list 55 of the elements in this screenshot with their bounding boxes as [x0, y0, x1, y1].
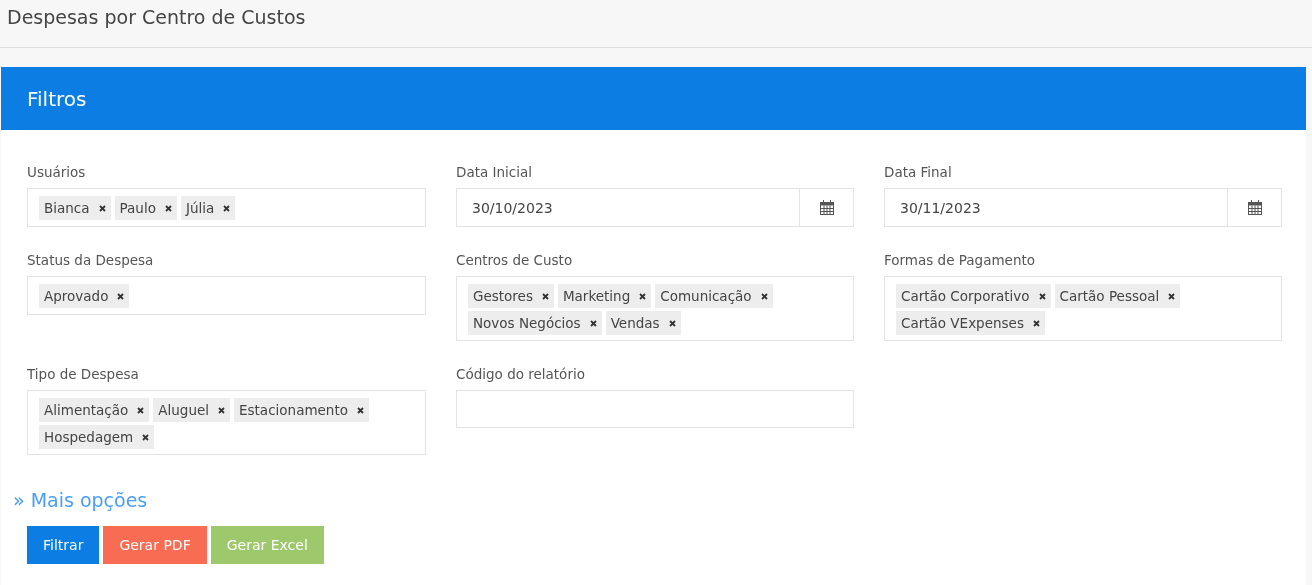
remove-icon[interactable]: [218, 406, 225, 414]
remove-icon[interactable]: [1168, 292, 1176, 300]
tag: Cartão Pessoal: [1054, 284, 1181, 308]
tag: Hospedagem: [39, 425, 155, 449]
tag: Estacionamento: [234, 398, 369, 422]
calendar-button[interactable]: [799, 188, 854, 227]
date-field[interactable]: 30/10/2023: [456, 188, 799, 227]
remove-icon[interactable]: [668, 319, 676, 327]
tag: Paulo: [114, 196, 177, 220]
remove-icon[interactable]: [117, 292, 125, 300]
date-field[interactable]: 30/11/2023: [884, 188, 1227, 227]
multi-select-field[interactable]: Gestores Marketing Comunicação Novos Negócios Vendas: [456, 276, 854, 341]
field-label: Código do relatório: [456, 366, 586, 382]
remove-icon[interactable]: [223, 204, 231, 212]
tag: Júlia: [180, 196, 236, 220]
multi-select-field[interactable]: Aprovado: [27, 276, 426, 315]
field-label: Status da Despesa: [27, 252, 155, 268]
input-field[interactable]: [456, 390, 854, 428]
field-label: Data Final: [884, 164, 953, 180]
remove-icon[interactable]: [541, 292, 549, 300]
remove-icon[interactable]: [1032, 319, 1040, 327]
multi-select-field[interactable]: Cartão Corporativo Cartão Pessoal Cartão VExpenses: [884, 276, 1282, 341]
panel-title: Filtros: [27, 86, 87, 111]
field-label: Usuários: [27, 164, 87, 180]
tag: Gestores: [468, 284, 554, 308]
calendar-icon: [819, 200, 834, 215]
tag: Marketing: [557, 284, 652, 308]
remove-icon[interactable]: [357, 406, 364, 414]
tag: Aluguel: [153, 398, 230, 422]
remove-icon[interactable]: [98, 204, 106, 212]
tag: Novos Negócios: [468, 311, 602, 335]
remove-icon[interactable]: [1038, 292, 1046, 300]
tag: Bianca: [39, 196, 111, 220]
page-title: Despesas por Centro de Custos: [7, 6, 306, 28]
tag: Cartão VExpenses: [896, 311, 1045, 335]
multi-select-field[interactable]: Alimentação Aluguel Estacionamento Hospedagem: [27, 390, 426, 455]
field-label: Data Inicial: [456, 164, 533, 180]
field-label: Formas de Pagamento: [884, 252, 1036, 268]
field-label: Tipo de Despesa: [27, 366, 140, 382]
remove-icon[interactable]: [164, 204, 172, 212]
remove-icon[interactable]: [137, 406, 145, 414]
field-label: Centros de Custo: [456, 252, 574, 268]
tag: Vendas: [605, 311, 681, 335]
remove-icon[interactable]: [760, 292, 768, 300]
tag: Cartão Corporativo: [896, 284, 1051, 308]
tag: Alimentação: [39, 398, 150, 422]
multi-select-field[interactable]: Bianca Paulo Júlia: [27, 188, 426, 227]
action-button[interactable]: Filtrar: [27, 526, 100, 564]
tag: Aprovado: [39, 284, 130, 308]
calendar-button[interactable]: [1227, 188, 1282, 227]
remove-icon[interactable]: [639, 292, 647, 300]
tag: Comunicação: [655, 284, 773, 308]
remove-icon[interactable]: [589, 319, 597, 327]
calendar-icon: [1247, 200, 1262, 215]
remove-icon[interactable]: [142, 433, 150, 441]
